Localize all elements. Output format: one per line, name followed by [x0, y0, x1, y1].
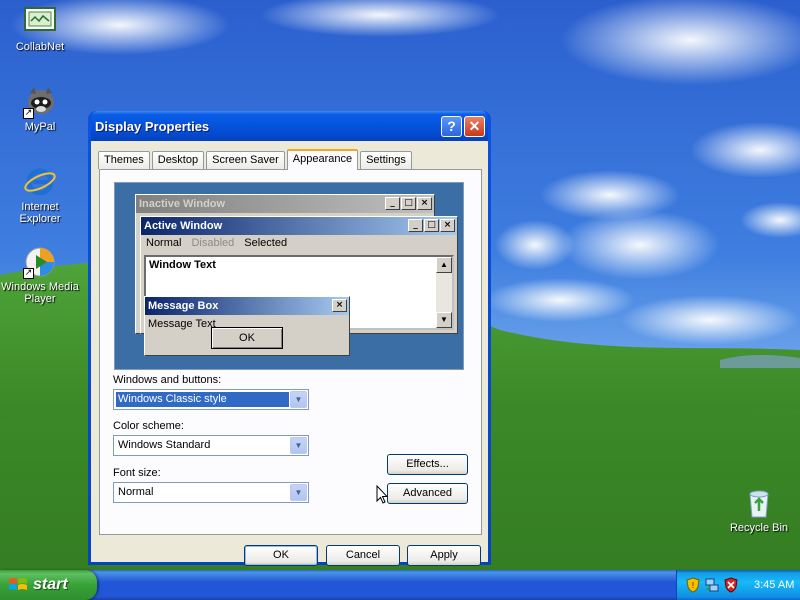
- apply-button[interactable]: Apply: [407, 545, 481, 566]
- preview-message-caption-buttons: ×: [331, 299, 347, 312]
- display-properties-window: Display Properties ? ✕ Themes Desktop Sc…: [88, 111, 491, 566]
- desktop-icon-label: Internet Explorer: [19, 201, 61, 225]
- taskbar: start ! 3:45 AM: [0, 570, 800, 600]
- network-icon[interactable]: [704, 577, 720, 593]
- desktop-icon-recycle-bin[interactable]: Recycle Bin: [720, 486, 798, 534]
- minimize-icon: _: [385, 197, 400, 210]
- desktop-icon-media-player[interactable]: ↗ Windows Media Player: [1, 245, 79, 305]
- chevron-down-icon[interactable]: ▼: [290, 391, 307, 408]
- windows-flag-icon: [9, 578, 27, 590]
- windows-buttons-label: Windows and buttons:: [113, 374, 222, 386]
- desktop-icon-collabnet[interactable]: CollabNet: [1, 5, 79, 53]
- cancel-button[interactable]: Cancel: [326, 545, 400, 566]
- preview-active-titlebar: Active Window _ □ ×: [141, 217, 457, 235]
- preview-window-text: Window Text: [149, 259, 216, 271]
- desktop-icon-mypal[interactable]: ↗ MyPal: [1, 85, 79, 133]
- close-button[interactable]: ✕: [464, 116, 485, 137]
- tab-screen-saver[interactable]: Screen Saver: [206, 151, 285, 169]
- tab-appearance[interactable]: Appearance: [286, 149, 359, 170]
- advanced-button[interactable]: Advanced: [387, 483, 468, 504]
- windows-security-alert-icon[interactable]: [723, 577, 739, 593]
- media-player-icon: ↗: [23, 245, 57, 279]
- chevron-down-icon[interactable]: ▼: [290, 484, 307, 501]
- preview-message-titlebar: Message Box ×: [145, 297, 349, 315]
- scroll-down-icon: ▼: [436, 312, 452, 328]
- preview-menu-disabled: Disabled: [191, 237, 235, 249]
- help-button[interactable]: ?: [441, 116, 462, 137]
- preview-menu-normal: Normal: [146, 237, 182, 249]
- tab-themes[interactable]: Themes: [98, 151, 150, 169]
- preview-inactive-title: Inactive Window: [139, 198, 226, 210]
- color-scheme-label: Color scheme:: [113, 420, 184, 432]
- internet-explorer-icon: [23, 165, 57, 199]
- mouse-pointer-icon: [376, 485, 388, 504]
- close-icon: ×: [417, 197, 432, 210]
- color-scheme-value: Windows Standard: [118, 439, 211, 451]
- appearance-panel: Inactive Window _ □ × Active Window _ □ …: [99, 169, 482, 535]
- shortcut-arrow-icon: ↗: [23, 268, 34, 279]
- clock[interactable]: 3:45 AM: [754, 579, 794, 591]
- scroll-up-icon: ▲: [436, 257, 452, 273]
- preview-ok-button: OK: [211, 327, 283, 349]
- preview-message-title: Message Box: [148, 300, 219, 312]
- desktop-icon-label: Windows Media Player: [1, 281, 79, 305]
- ok-button[interactable]: OK: [244, 545, 318, 566]
- preview-inactive-titlebar: Inactive Window _ □ ×: [136, 195, 434, 213]
- color-scheme-select[interactable]: Windows Standard ▼: [113, 435, 309, 456]
- preview-inactive-caption-buttons: _ □ ×: [384, 197, 432, 210]
- close-icon: ×: [332, 299, 347, 312]
- tab-desktop[interactable]: Desktop: [151, 151, 205, 169]
- tab-strip: Themes Desktop Screen Saver Appearance S…: [98, 149, 414, 170]
- preview-active-caption-buttons: _ □ ×: [407, 219, 455, 232]
- dialog-client-area: Themes Desktop Screen Saver Appearance S…: [91, 141, 488, 566]
- security-shield-icon[interactable]: !: [685, 577, 701, 593]
- minimize-icon: _: [408, 219, 423, 232]
- maximize-icon: □: [401, 197, 416, 210]
- appearance-preview: Inactive Window _ □ × Active Window _ □ …: [114, 182, 464, 370]
- windows-buttons-value: Windows Classic style: [116, 392, 289, 407]
- effects-button[interactable]: Effects...: [387, 454, 468, 475]
- window-title: Display Properties: [95, 118, 210, 134]
- font-size-label: Font size:: [113, 467, 161, 479]
- desktop-icon-internet-explorer[interactable]: Internet Explorer: [1, 165, 79, 225]
- close-icon: ×: [440, 219, 455, 232]
- shortcut-arrow-icon: ↗: [23, 108, 34, 119]
- preview-message-box: Message Box × Message Text OK: [144, 296, 350, 356]
- tab-settings[interactable]: Settings: [360, 151, 412, 169]
- windows-buttons-select[interactable]: Windows Classic style ▼: [113, 389, 309, 410]
- recycle-bin-icon: [742, 486, 776, 520]
- system-tray: ! 3:45 AM: [676, 570, 800, 600]
- collabnet-icon: [23, 5, 57, 39]
- start-label: start: [33, 576, 68, 593]
- font-size-select[interactable]: Normal ▼: [113, 482, 309, 503]
- preview-menu-bar: Normal Disabled Selected: [141, 235, 457, 251]
- font-size-value: Normal: [118, 486, 154, 498]
- desktop-icon-label: Recycle Bin: [729, 522, 789, 534]
- desktop-icon-label: CollabNet: [15, 41, 65, 53]
- desktop-icon-label: MyPal: [24, 121, 56, 133]
- svg-text:!: !: [691, 581, 694, 590]
- maximize-icon: □: [424, 219, 439, 232]
- chevron-down-icon[interactable]: ▼: [290, 437, 307, 454]
- mypal-icon: ↗: [23, 85, 57, 119]
- window-titlebar[interactable]: Display Properties ? ✕: [91, 111, 488, 141]
- preview-menu-selected: Selected: [244, 237, 288, 249]
- start-button[interactable]: start: [0, 570, 97, 600]
- preview-active-title: Active Window: [144, 220, 223, 232]
- preview-scrollbar: ▲ ▼: [436, 257, 452, 328]
